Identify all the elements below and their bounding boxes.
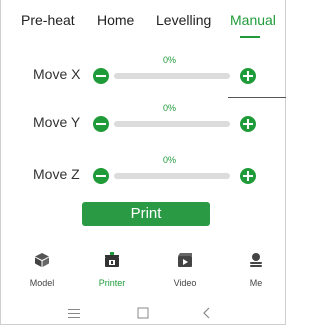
move-y-label: Move Y <box>33 114 81 130</box>
move-x-increase-button[interactable] <box>240 68 256 84</box>
move-z-slider[interactable] <box>114 173 230 179</box>
nav-printer-label: Printer <box>98 278 126 288</box>
move-y-increase-button[interactable] <box>240 116 256 132</box>
nav-video[interactable]: Video <box>155 246 215 294</box>
menu-icon[interactable] <box>66 305 82 321</box>
nav-video-label: Video <box>173 278 197 288</box>
nav-me-label: Me <box>249 278 263 288</box>
move-x-slider[interactable] <box>114 73 230 79</box>
person-icon <box>250 253 262 267</box>
bottom-nav: Model Printer Video Me <box>0 246 286 294</box>
move-y-row: Move Y 0% <box>0 98 286 138</box>
tab-manual[interactable]: Manual <box>230 12 276 28</box>
move-z-row: Move Z 0% <box>0 150 286 190</box>
move-z-decrease-button[interactable] <box>93 168 109 184</box>
print-button[interactable]: Print <box>82 202 210 226</box>
nav-model-label: Model <box>29 278 55 288</box>
move-z-percent: 0% <box>163 155 177 165</box>
system-nav-bar <box>0 302 286 324</box>
minus-icon <box>96 175 106 177</box>
home-square-icon[interactable] <box>135 305 151 321</box>
cube-icon <box>35 253 49 267</box>
tab-pre-heat[interactable]: Pre-heat <box>21 12 75 28</box>
video-icon <box>178 253 192 267</box>
printer-icon <box>105 252 119 267</box>
tab-levelling[interactable]: Levelling <box>156 12 211 28</box>
move-z-increase-button[interactable] <box>240 168 256 184</box>
tab-home[interactable]: Home <box>97 12 134 28</box>
nav-printer[interactable]: Printer <box>82 246 142 294</box>
nav-model[interactable]: Model <box>12 246 72 294</box>
move-x-row: Move X 0% <box>0 50 286 90</box>
move-x-decrease-button[interactable] <box>93 68 109 84</box>
minus-icon <box>96 123 106 125</box>
active-tab-indicator <box>240 36 260 38</box>
move-y-slider[interactable] <box>114 121 230 127</box>
move-x-label: Move X <box>33 66 81 82</box>
minus-icon <box>96 75 106 77</box>
nav-me[interactable]: Me <box>226 246 286 294</box>
move-x-percent: 0% <box>163 55 177 65</box>
back-icon[interactable] <box>199 305 215 321</box>
move-y-decrease-button[interactable] <box>93 116 109 132</box>
move-z-label: Move Z <box>33 166 80 182</box>
tab-bar: Pre-heat Home Levelling Manual <box>0 0 286 44</box>
move-y-percent: 0% <box>163 103 177 113</box>
